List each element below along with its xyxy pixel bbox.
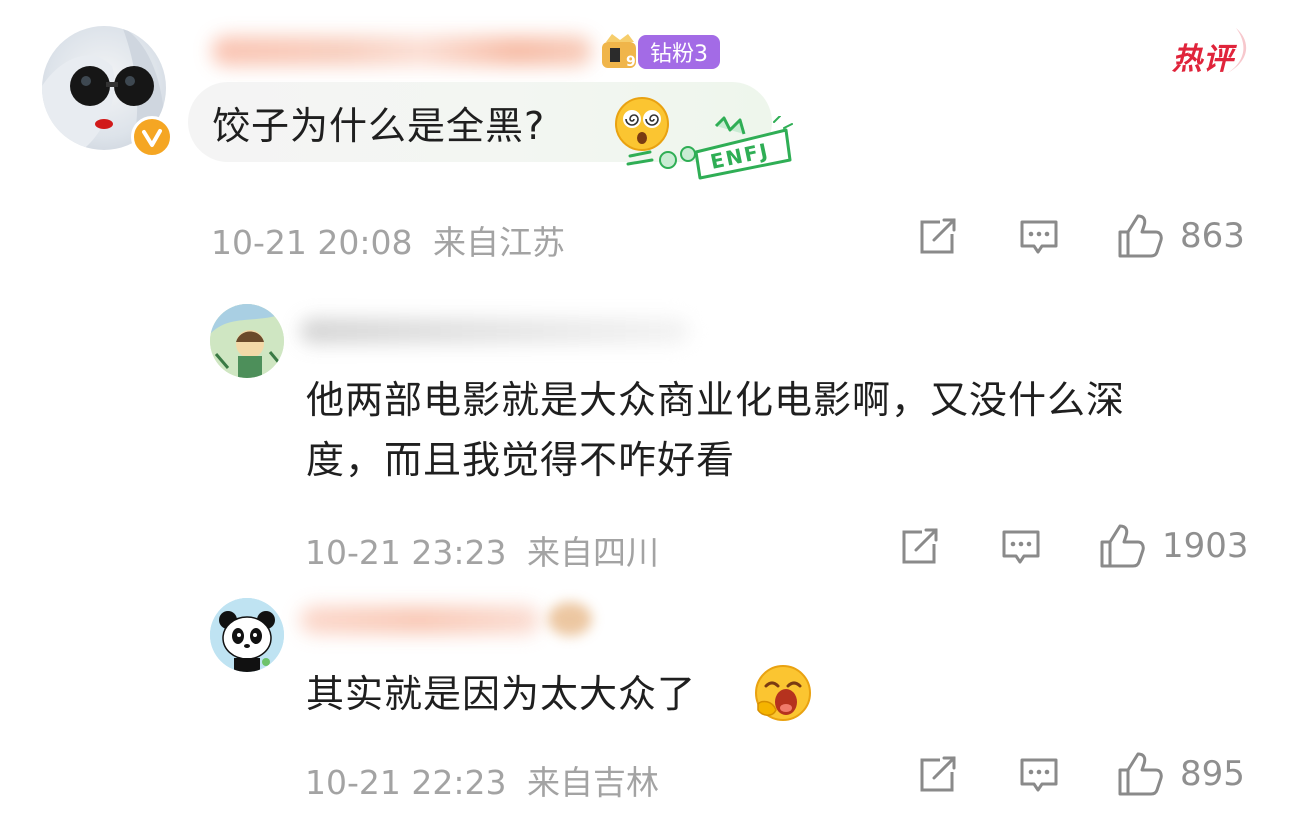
like-count: 895 [1180,754,1245,794]
panda-avatar-icon [210,598,284,672]
share-icon [920,756,956,792]
like-button[interactable]: 863 [1116,212,1256,262]
reply-location: 来自吉林 [526,763,659,802]
like-button[interactable]: 1903 [1098,522,1258,572]
reply-button[interactable] [1000,526,1042,568]
like-icon [1118,214,1163,258]
comment-icon [1002,530,1040,564]
reply-time: 10-21 22:23 [305,763,507,802]
reply-text[interactable]: 他两部电影就是大众商业化电影啊，又没什么深 度，而且我觉得不咋好看 [306,370,1125,490]
username[interactable] [212,36,592,66]
reply-meta: 10-21 23:23 来自四川 [305,526,659,574]
like-icon [1100,524,1145,568]
fan-badge[interactable]: 9 钻粉3 [598,32,728,72]
like-icon [1118,752,1163,796]
verified-icon [131,116,173,158]
like-count: 863 [1180,216,1245,256]
reply-item: 其实就是因为太大众了 10-21 22:23 来自吉林 895 [0,590,1290,820]
reply-button[interactable] [1018,754,1060,796]
like-count: 1903 [1162,526,1249,566]
comment-icon [1020,758,1058,792]
reply-location: 来自四川 [526,533,659,572]
comment-location: 来自江苏 [432,223,565,262]
share-icon [920,218,956,254]
mbti-badge: ENFJ [624,116,794,186]
reply-text[interactable]: 其实就是因为太大众了 [306,664,696,724]
reply-meta: 10-21 22:23 来自吉林 [305,756,659,804]
username[interactable] [300,318,690,344]
main-comment: 9 钻粉3 饺子为什么是全黑? ENFJ 10-21 20:08 来自江苏 86… [0,0,1290,280]
reply-button[interactable] [1018,216,1060,258]
reply-time: 10-21 23:23 [305,533,507,572]
share-button[interactable] [916,216,958,258]
svg-text:9: 9 [626,54,636,70]
reply-item: 他两部电影就是大众商业化电影啊，又没什么深 度，而且我觉得不咋好看 10-21 … [0,290,1290,580]
share-button[interactable] [898,526,940,568]
comment-meta: 10-21 20:08 来自江苏 [211,216,565,264]
comment-time: 10-21 20:08 [211,223,413,262]
username[interactable] [300,606,540,634]
comment-icon [1020,220,1058,254]
avatar[interactable] [210,304,284,378]
like-button[interactable]: 895 [1116,750,1256,800]
avatar-cartoon-icon [210,304,284,378]
user-badge-blurred [548,602,592,636]
comment-text[interactable]: 饺子为什么是全黑? [212,96,545,156]
avatar[interactable] [210,598,284,672]
share-button[interactable] [916,754,958,796]
share-icon [902,528,938,564]
yawning-face-emoji [754,664,812,722]
